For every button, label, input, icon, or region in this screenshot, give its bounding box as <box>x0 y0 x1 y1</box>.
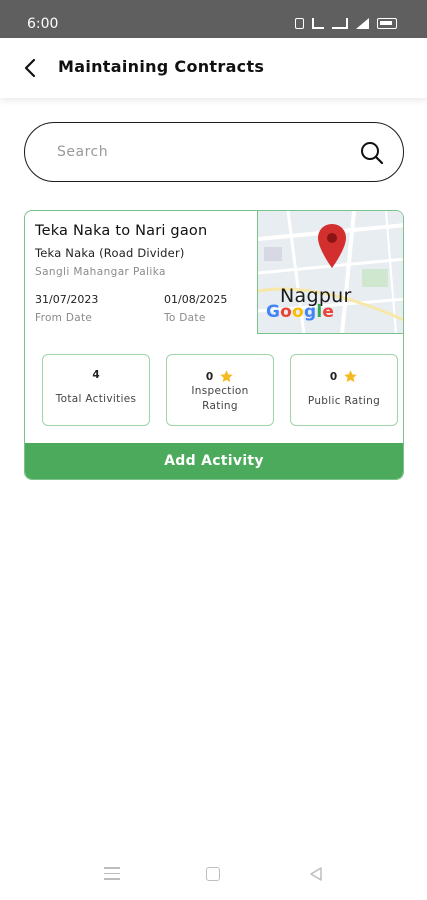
stat-inspection-rating[interactable]: 0 Inspection Rating <box>166 354 274 426</box>
back-arrow-icon[interactable] <box>18 55 44 81</box>
stat-value-row: 0 <box>167 369 273 384</box>
inspection-rating-value: 0 <box>205 370 214 383</box>
total-activities-value: 4 <box>92 369 100 381</box>
add-activity-button[interactable]: Add Activity <box>25 443 403 479</box>
google-logo: Google <box>266 302 334 322</box>
google-logo-letter: G <box>266 302 281 322</box>
google-logo-letter: o <box>280 302 293 322</box>
contract-title: Teka Naka to Nari gaon <box>35 223 208 239</box>
signal-icon <box>356 18 369 29</box>
stat-value-row: 0 <box>291 369 397 384</box>
recent-apps-icon[interactable] <box>104 867 120 881</box>
total-activities-label: Total Activities <box>55 393 137 405</box>
location-pin-icon <box>318 224 346 268</box>
search-bar[interactable] <box>24 122 404 182</box>
app-header: Maintaining Contracts <box>0 38 427 98</box>
sim-icon <box>312 18 324 29</box>
public-rating-value: 0 <box>329 370 338 383</box>
network-icon <box>332 18 348 29</box>
vibrate-icon <box>295 18 304 29</box>
to-date-label: To Date <box>164 312 206 324</box>
stat-public-rating[interactable]: 0 Public Rating <box>290 354 398 426</box>
status-bar: 6:00 <box>0 0 427 38</box>
to-date-value: 01/08/2025 <box>164 293 228 306</box>
stat-value-row: 4 <box>43 369 149 381</box>
contract-location: Teka Naka (Road Divider) <box>35 246 185 260</box>
search-icon[interactable] <box>359 140 385 166</box>
public-rating-label: Public Rating <box>307 395 381 407</box>
google-logo-letter: g <box>303 302 317 322</box>
from-date-value: 31/07/2023 <box>35 293 99 306</box>
google-logo-letter: o <box>292 302 304 322</box>
status-icons <box>295 18 397 29</box>
contract-authority: Sangli Mahangar Palika <box>35 266 166 278</box>
inspection-rating-label: Inspection Rating <box>191 385 249 412</box>
battery-icon <box>377 18 397 29</box>
home-icon[interactable] <box>206 867 220 881</box>
page-title: Maintaining Contracts <box>58 57 265 76</box>
status-time: 6:00 <box>27 16 59 32</box>
stat-total-activities[interactable]: 4 Total Activities <box>42 354 150 426</box>
contract-card[interactable]: Teka Naka to Nari gaon Teka Naka (Road D… <box>24 210 404 480</box>
system-nav-bar <box>0 852 427 900</box>
from-date-label: From Date <box>35 312 93 324</box>
google-logo-letter: e <box>322 302 335 322</box>
search-input[interactable] <box>57 139 347 165</box>
star-icon <box>344 370 357 383</box>
map-thumbnail[interactable]: Nagpur Google <box>257 211 403 334</box>
nav-back-icon[interactable] <box>308 866 324 882</box>
star-icon <box>220 370 233 383</box>
